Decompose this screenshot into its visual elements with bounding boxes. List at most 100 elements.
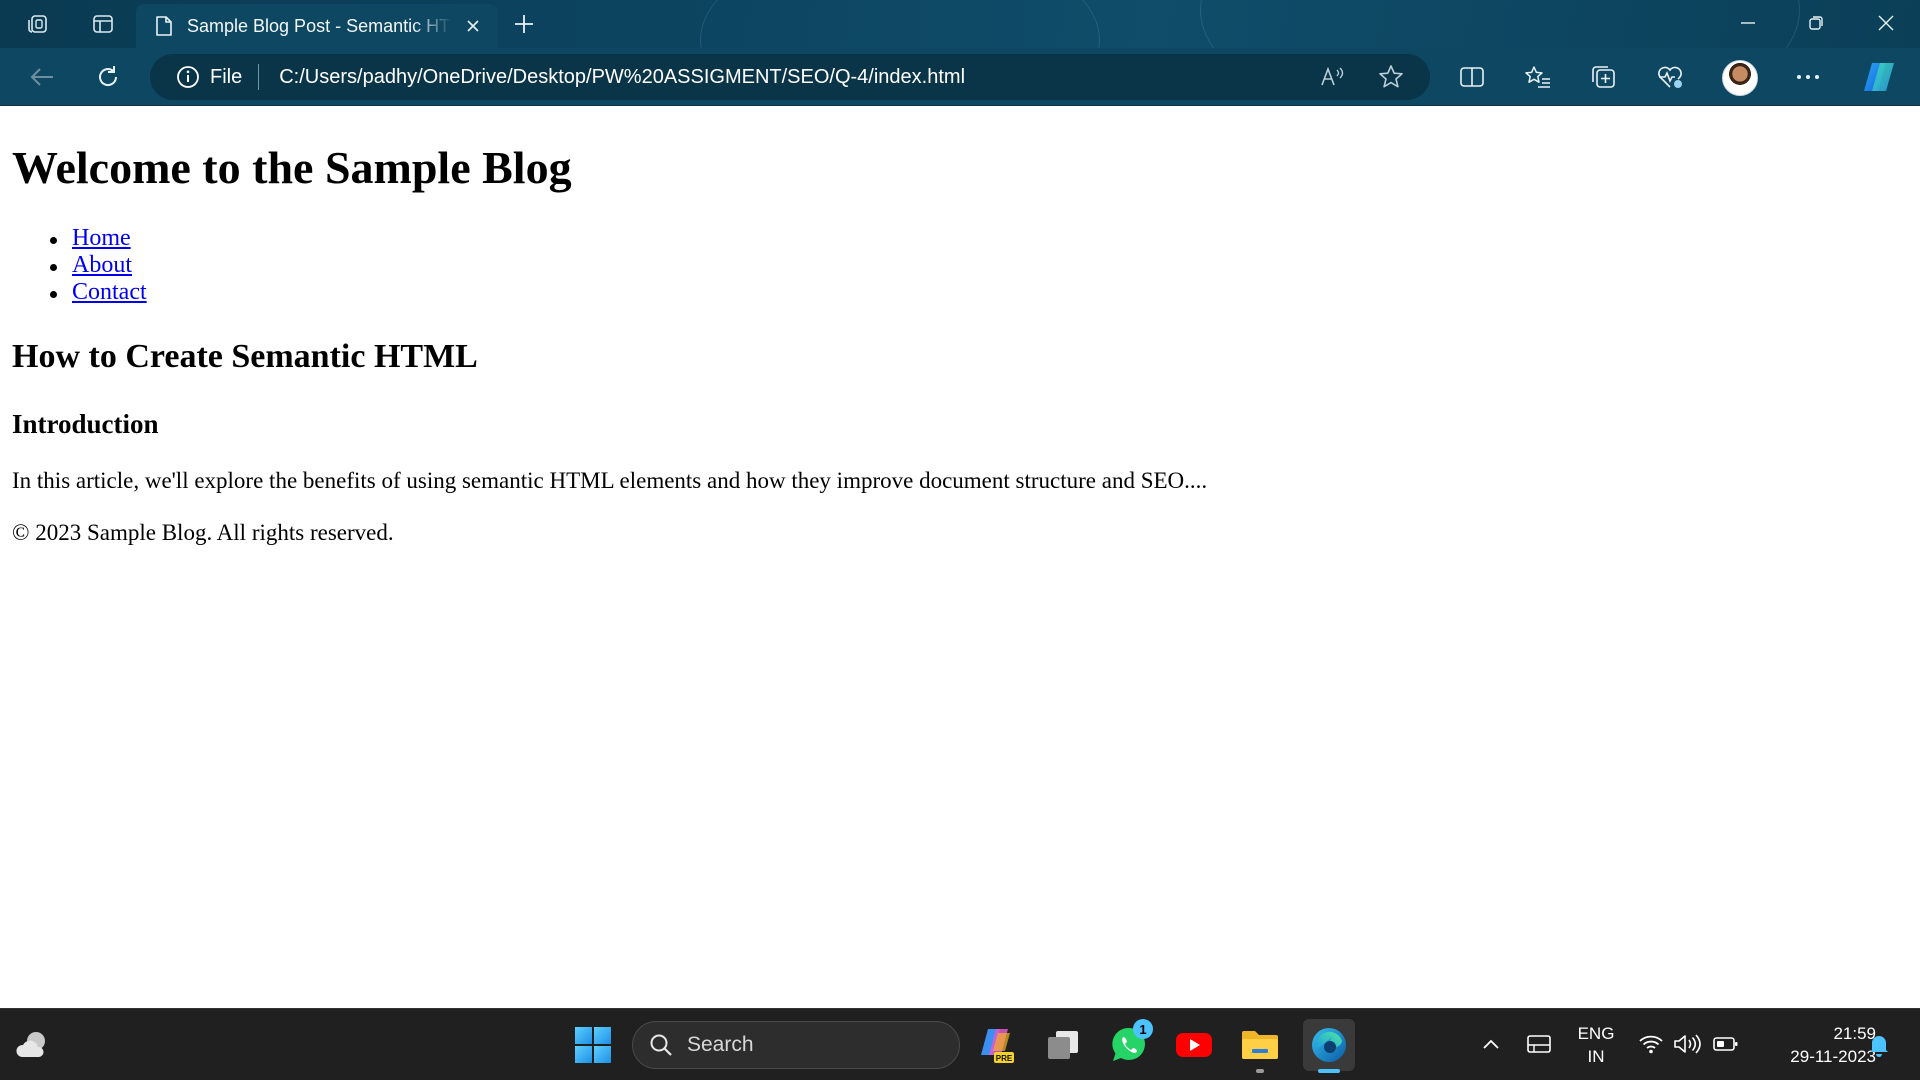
time-text: 21:59: [1833, 1024, 1876, 1043]
collections-button[interactable]: [1584, 58, 1624, 96]
running-indicator: [1256, 1069, 1264, 1073]
date-text: 29-11-2023: [1790, 1047, 1876, 1066]
show-hidden-icons-button[interactable]: [1478, 1031, 1504, 1057]
minimize-button[interactable]: [1714, 0, 1782, 46]
background-decoration: [700, 0, 1100, 48]
nav-link-contact[interactable]: Contact: [72, 279, 147, 305]
speaker-icon: [1674, 1034, 1701, 1054]
split-screen-icon: [1460, 67, 1484, 87]
plus-icon: [515, 15, 533, 33]
browser-toolbar: File C:/Users/padhy/OneDrive/Desktop/PW%…: [0, 48, 1920, 106]
battery-icon: [1713, 1037, 1738, 1051]
bell-icon: [1870, 1036, 1888, 1057]
chevron-up-icon: [1483, 1039, 1499, 1049]
web-page-content: Welcome to the Sample Blog Home About Co…: [0, 107, 1920, 1008]
task-view-icon: [1048, 1031, 1078, 1059]
language-indicator[interactable]: ENG IN: [1576, 1022, 1616, 1068]
restore-icon: [1809, 16, 1823, 30]
nav-item-home: Home: [12, 225, 147, 252]
windows-logo-icon: [575, 1027, 611, 1063]
ellipsis-icon: [1797, 75, 1819, 79]
article-title: How to Create Semantic HTML: [12, 338, 478, 375]
footer-text: © 2023 Sample Blog. All rights reserved.: [12, 520, 394, 545]
cloud-moon-icon: [16, 1032, 45, 1057]
language-code: ENG: [1577, 1024, 1615, 1043]
keyboard-icon: [1527, 1035, 1551, 1053]
browser-title-bar: Sample Blog Post - Semantic HTML: [0, 0, 1920, 48]
weather-widget[interactable]: [14, 1029, 52, 1061]
search-label: Search: [687, 1033, 754, 1056]
refresh-button[interactable]: [88, 58, 128, 96]
collections-icon: [1592, 66, 1615, 88]
nav-link-home[interactable]: Home: [72, 225, 131, 251]
close-icon: [1878, 15, 1894, 31]
site-info-button[interactable]: File: [176, 65, 242, 89]
svg-text:PRE: PRE: [996, 1054, 1013, 1063]
address-bar[interactable]: File C:/Users/padhy/OneDrive/Desktop/PW%…: [150, 54, 1430, 100]
nav-link-about[interactable]: About: [72, 252, 132, 278]
new-tab-button[interactable]: [508, 8, 540, 40]
close-icon[interactable]: [462, 15, 484, 37]
url-text[interactable]: C:/Users/padhy/OneDrive/Desktop/PW%20ASS…: [279, 66, 965, 89]
task-view-app[interactable]: [1041, 1023, 1085, 1067]
nav-item-about: About: [12, 252, 147, 279]
whatsapp-app[interactable]: 1: [1107, 1019, 1153, 1067]
copilot-pre-icon: PRE: [981, 1029, 1014, 1063]
windows-taskbar: Search PRE 1 ENG IN 21:59 29-11-2023: [0, 1008, 1920, 1080]
intro-paragraph: In this article, we'll explore the benef…: [12, 468, 1208, 493]
performance-button[interactable]: [1650, 58, 1690, 96]
youtube-app[interactable]: [1172, 1023, 1216, 1067]
wifi-icon: [1639, 1035, 1663, 1054]
back-button[interactable]: [22, 58, 62, 96]
divider: [258, 64, 260, 90]
tab-title: Sample Blog Post - Semantic HTML: [187, 15, 452, 36]
site-label: File: [210, 65, 243, 88]
clock[interactable]: 21:59 29-11-2023: [1754, 1022, 1876, 1068]
active-tab[interactable]: Sample Blog Post - Semantic HTML: [136, 4, 498, 48]
wifi-status[interactable]: [1636, 1031, 1666, 1057]
file-explorer-app[interactable]: [1238, 1023, 1282, 1073]
workspaces-icon: [28, 15, 47, 33]
notifications-button[interactable]: [1864, 1031, 1894, 1059]
volume-status[interactable]: [1672, 1031, 1702, 1057]
background-decoration: [1200, 0, 1800, 48]
copilot-button[interactable]: [1860, 60, 1898, 94]
favorites-button[interactable]: [1518, 58, 1558, 96]
back-arrow-icon: [30, 68, 53, 86]
edge-icon: [1312, 1028, 1346, 1062]
close-window-button[interactable]: [1852, 0, 1920, 46]
split-screen-button[interactable]: [1452, 58, 1492, 96]
edge-app[interactable]: [1303, 1019, 1355, 1073]
section-title: Introduction: [12, 409, 159, 439]
favorites-list-icon: [1525, 66, 1550, 88]
taskbar-search[interactable]: Search: [632, 1021, 960, 1069]
star-icon: [1379, 65, 1403, 88]
read-aloud-icon: [1321, 66, 1344, 86]
heartbeat-icon: [1658, 66, 1682, 88]
folder-icon: [1242, 1031, 1278, 1059]
profile-avatar[interactable]: [1722, 60, 1758, 96]
copilot-preview-app[interactable]: PRE: [976, 1023, 1020, 1067]
document-icon: [153, 14, 175, 38]
nav-item-contact: Contact: [12, 279, 147, 306]
start-button[interactable]: [574, 1026, 612, 1064]
tab-actions-icon: [93, 15, 113, 33]
active-indicator: [1318, 1069, 1340, 1073]
search-icon: [650, 1034, 672, 1056]
info-icon: [177, 66, 199, 88]
workspaces-button[interactable]: [20, 8, 58, 40]
copilot-icon: [1864, 63, 1894, 91]
page-heading: Welcome to the Sample Blog: [12, 142, 572, 193]
add-favorite-button[interactable]: [1372, 58, 1410, 96]
touch-keyboard-button[interactable]: [1524, 1031, 1554, 1057]
read-aloud-button[interactable]: [1314, 58, 1352, 96]
site-nav-list: Home About Contact: [12, 225, 147, 306]
battery-status[interactable]: [1710, 1031, 1742, 1057]
refresh-icon: [99, 66, 118, 86]
tab-actions-button[interactable]: [84, 8, 122, 40]
minimize-icon: [1741, 22, 1755, 24]
more-options-button[interactable]: [1788, 58, 1828, 96]
region-code: IN: [1587, 1047, 1605, 1066]
restore-button[interactable]: [1782, 0, 1850, 46]
youtube-icon: [1176, 1033, 1212, 1057]
